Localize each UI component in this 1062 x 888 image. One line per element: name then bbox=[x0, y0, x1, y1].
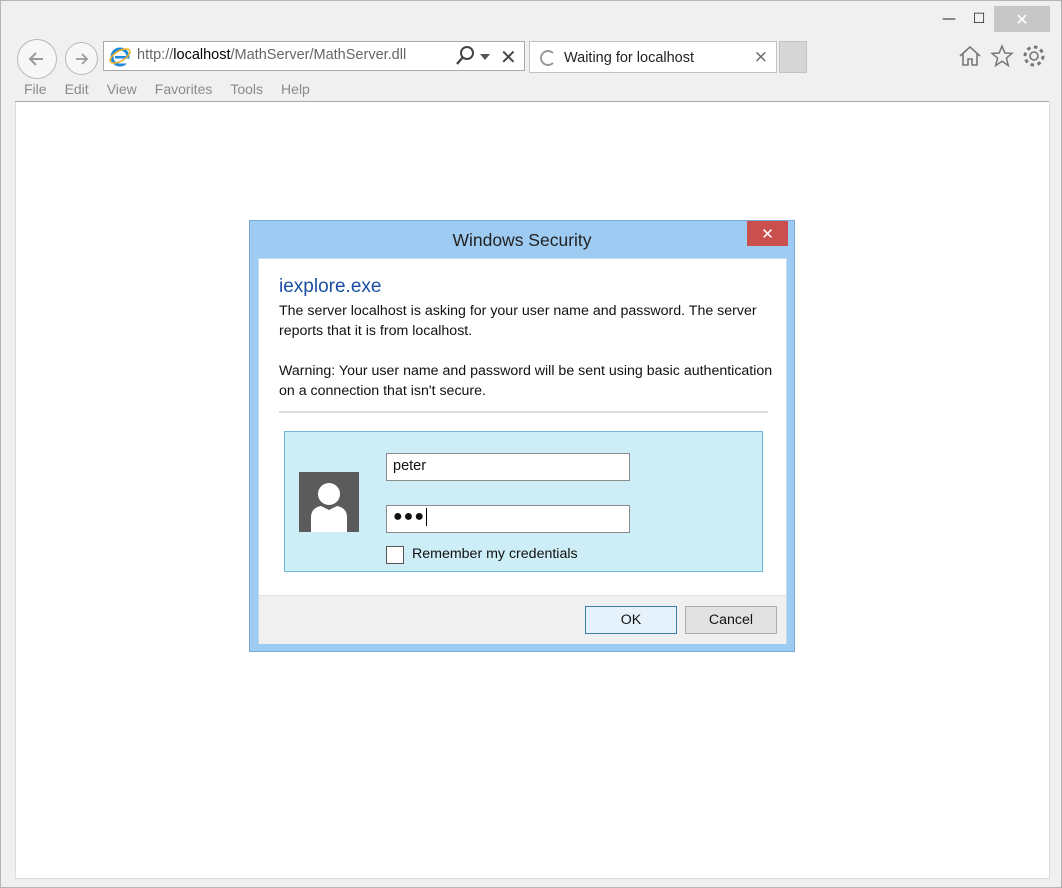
ok-button[interactable]: OK bbox=[585, 606, 677, 634]
browser-window: — ☐ ✕ http://localhost/MathServer/MathSe… bbox=[0, 0, 1062, 888]
back-button[interactable] bbox=[17, 39, 57, 79]
toolbar-right-icons bbox=[957, 43, 1047, 69]
new-tab-button[interactable] bbox=[779, 41, 807, 73]
dialog-body: iexplore.exe The server localhost is ask… bbox=[258, 258, 787, 644]
gear-icon[interactable] bbox=[1021, 43, 1047, 69]
address-bar[interactable]: http://localhost/MathServer/MathServer.d… bbox=[103, 41, 525, 71]
forward-button[interactable] bbox=[65, 42, 98, 75]
url-prefix: http:// bbox=[137, 47, 174, 63]
password-field[interactable]: ●●● bbox=[386, 505, 630, 533]
dialog-title: Windows Security bbox=[452, 230, 592, 250]
tab-title: Waiting for localhost bbox=[564, 50, 695, 66]
maximize-button[interactable]: ☐ bbox=[964, 6, 994, 32]
search-icon[interactable] bbox=[454, 45, 476, 67]
window-caption-buttons: — ☐ ✕ bbox=[934, 6, 1050, 32]
stop-icon[interactable]: ✕ bbox=[500, 45, 517, 69]
password-mask: ●●● bbox=[393, 508, 425, 526]
forward-arrow-icon bbox=[75, 52, 88, 65]
menu-file[interactable]: File bbox=[15, 81, 56, 97]
separator bbox=[279, 411, 768, 413]
menu-view[interactable]: View bbox=[98, 81, 146, 97]
menu-tools[interactable]: Tools bbox=[221, 81, 272, 97]
server-message: The server localhost is asking for your … bbox=[279, 303, 757, 339]
url-path: /MathServer/MathServer.dll bbox=[230, 47, 407, 63]
windows-security-dialog: Windows Security ✕ iexplore.exe The serv… bbox=[249, 220, 795, 652]
star-icon[interactable] bbox=[989, 43, 1015, 69]
home-icon[interactable] bbox=[957, 43, 983, 69]
remember-credentials-checkbox[interactable] bbox=[386, 546, 404, 564]
menu-favorites[interactable]: Favorites bbox=[146, 81, 222, 97]
address-url[interactable]: http://localhost/MathServer/MathServer.d… bbox=[137, 47, 406, 63]
dialog-close-button[interactable]: ✕ bbox=[747, 221, 788, 246]
text-caret bbox=[426, 508, 427, 526]
user-avatar-icon bbox=[299, 472, 359, 532]
ie-logo-icon bbox=[109, 47, 131, 67]
menu-help[interactable]: Help bbox=[272, 81, 319, 97]
credential-tile[interactable]: peter ●●● Remember my credentials bbox=[284, 431, 763, 572]
cancel-button[interactable]: Cancel bbox=[685, 606, 777, 634]
url-host: localhost bbox=[173, 47, 231, 63]
tab-close-icon[interactable]: × bbox=[754, 47, 768, 67]
minimize-button[interactable]: — bbox=[934, 6, 964, 32]
chevron-down-icon[interactable] bbox=[480, 54, 490, 60]
tab-waiting-for-localhost[interactable]: Waiting for localhost × bbox=[529, 41, 777, 73]
back-arrow-icon bbox=[28, 52, 43, 66]
menu-edit[interactable]: Edit bbox=[56, 81, 98, 97]
loading-spinner-icon bbox=[540, 50, 556, 66]
dialog-button-area: OK Cancel bbox=[259, 595, 786, 644]
remember-credentials-label[interactable]: Remember my credentials bbox=[412, 546, 578, 562]
username-field[interactable]: peter bbox=[386, 453, 630, 481]
close-window-button[interactable]: ✕ bbox=[994, 6, 1050, 32]
app-name: iexplore.exe bbox=[279, 276, 382, 297]
menu-bar: File Edit View Favorites Tools Help bbox=[15, 77, 319, 101]
security-warning: Warning: Your user name and password wil… bbox=[279, 363, 773, 399]
